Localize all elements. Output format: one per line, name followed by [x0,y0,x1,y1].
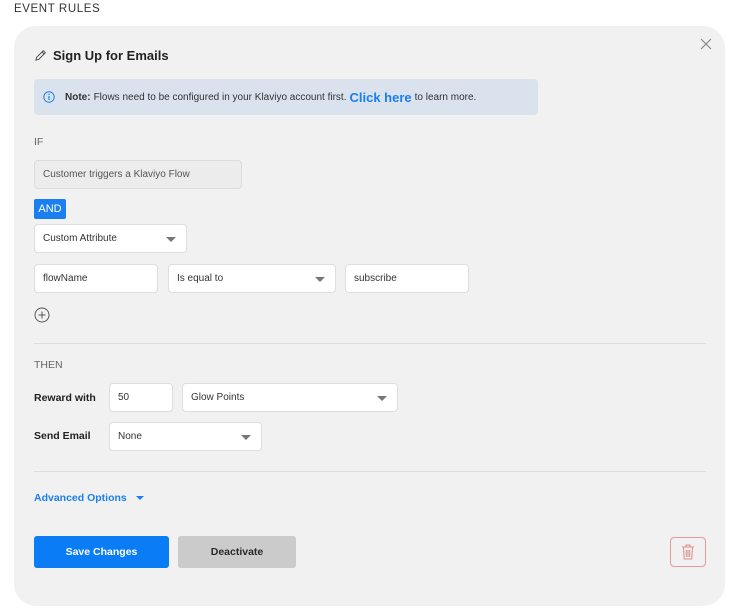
event-rule-card: Sign Up for Emails Note: Flows need to b… [14,26,725,606]
if-label: IF [34,136,44,148]
condition-type-select[interactable]: Custom Attribute [34,224,187,253]
add-condition-icon[interactable] [34,307,50,323]
info-note: Note: Flows need to be configured in you… [34,79,538,115]
rule-title-row[interactable]: Sign Up for Emails [34,48,169,63]
chevron-down-icon [241,434,251,440]
trigger-field: Customer triggers a Klaviyo Flow [34,160,242,189]
note-suffix: to learn more. [414,91,477,103]
then-label: THEN [34,359,63,371]
close-icon[interactable] [698,36,714,52]
pencil-icon[interactable] [34,49,47,62]
advanced-options-toggle[interactable]: Advanced Options [34,492,144,504]
and-badge: AND [34,199,66,219]
reward-currency-select[interactable]: Glow Points [182,383,398,412]
deactivate-button[interactable]: Deactivate [178,536,296,568]
chevron-down-icon [377,395,387,401]
advanced-options-label: Advanced Options [34,492,127,504]
reward-amount-input[interactable]: 50 [109,383,173,412]
trash-icon [682,544,694,560]
operator-value: Is equal to [177,273,224,284]
learn-more-link[interactable]: Click here [349,90,411,105]
reward-label: Reward with [34,392,96,404]
section-heading: EVENT RULES [14,3,101,15]
operator-select[interactable]: Is equal to [168,264,336,293]
save-changes-button[interactable]: Save Changes [34,536,169,568]
attribute-value-input[interactable]: subscribe [345,264,469,293]
info-icon [43,91,55,103]
chevron-down-icon [315,276,325,282]
chevron-down-icon [166,236,176,242]
reward-currency-value: Glow Points [191,392,245,403]
send-email-label: Send Email [34,430,91,442]
divider [34,471,706,472]
send-email-value: None [118,431,142,442]
attribute-name-input[interactable]: flowName [34,264,158,293]
chevron-down-icon [135,496,144,500]
divider [34,343,706,344]
note-label: Note: [65,91,91,103]
send-email-select[interactable]: None [109,422,262,451]
note-text: Flows need to be configured in your Klav… [93,91,347,103]
rule-title: Sign Up for Emails [53,48,169,63]
condition-type-value: Custom Attribute [43,233,117,244]
delete-button[interactable] [670,537,706,567]
